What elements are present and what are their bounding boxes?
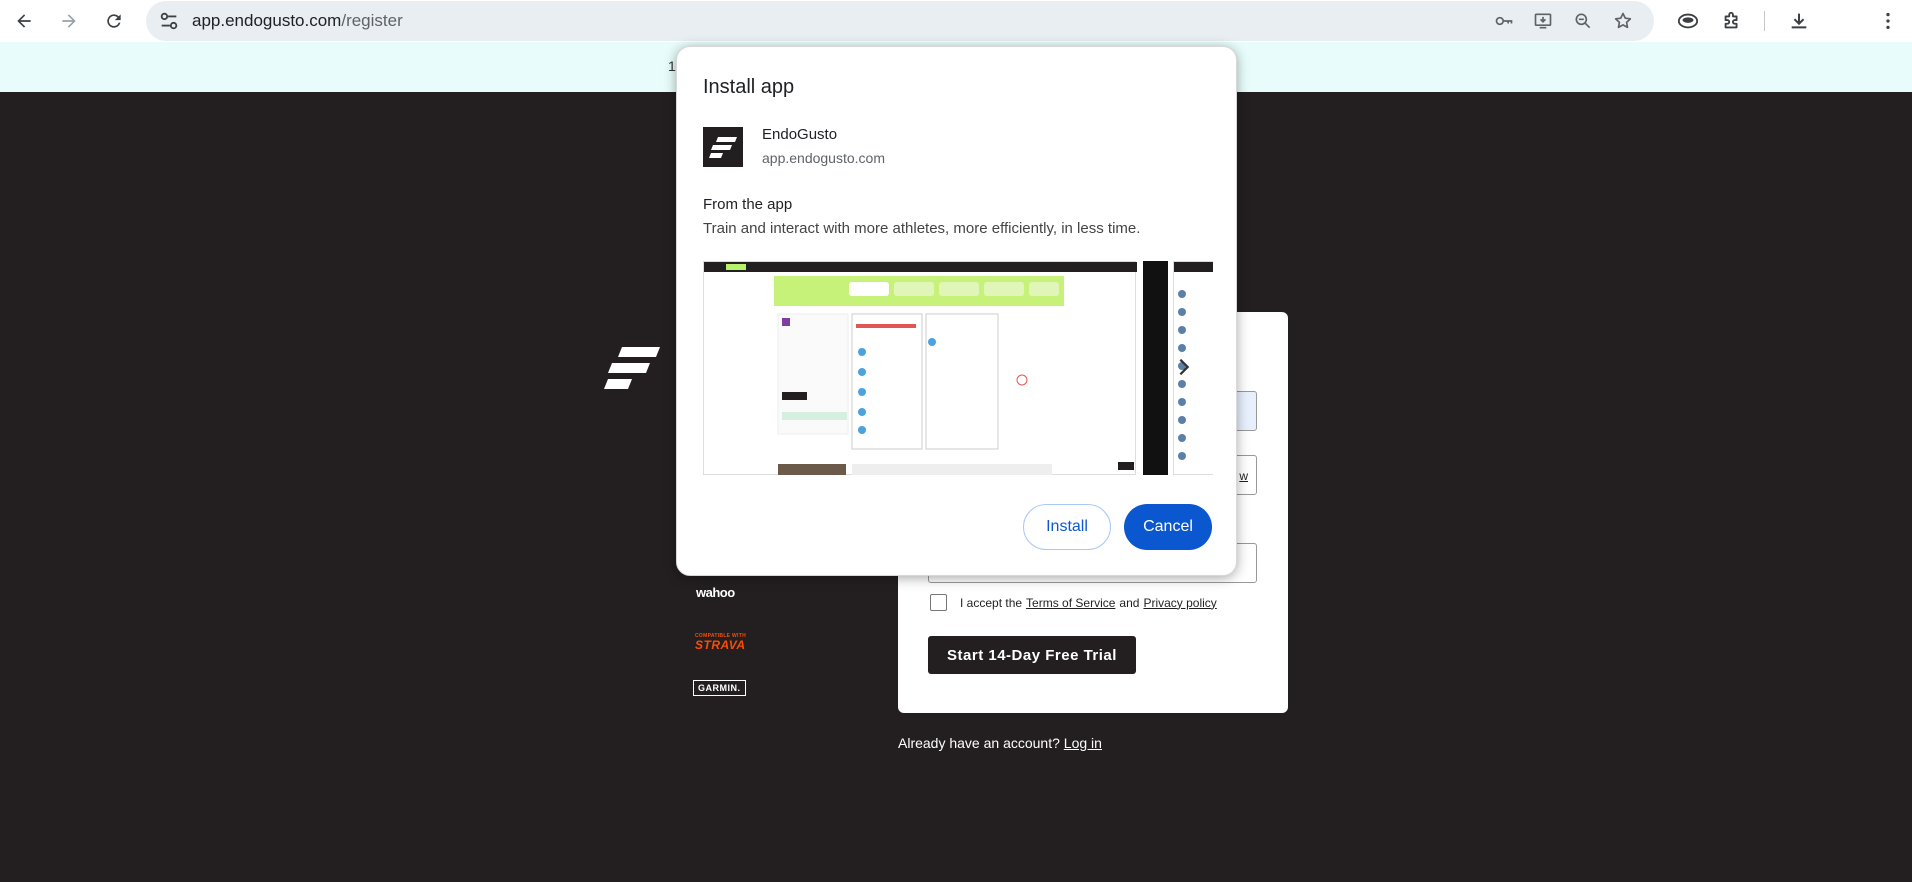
from-app-label: From the app: [703, 196, 793, 213]
terms-checkbox[interactable]: [930, 594, 947, 611]
app-screenshot-2: [1143, 261, 1168, 475]
zoom-icon[interactable]: [1571, 9, 1595, 33]
downloads-icon[interactable]: [1787, 9, 1811, 33]
url-path: /register: [341, 11, 403, 30]
privacy-policy-link[interactable]: Privacy policy: [1143, 596, 1216, 610]
forward-arrow-icon[interactable]: [54, 6, 84, 36]
strava-text: STRAVA: [695, 638, 746, 652]
terms-row: I accept the Terms of Service and Privac…: [930, 594, 1221, 611]
garmin-logo: GARMIN.: [693, 680, 746, 696]
menu-icon[interactable]: [1876, 9, 1900, 33]
dialog-title: Install app: [703, 76, 795, 98]
url-host: app.endogusto.com: [192, 11, 342, 30]
chevron-right-icon[interactable]: [1173, 356, 1195, 378]
start-trial-button[interactable]: Start 14-Day Free Trial: [928, 636, 1136, 674]
toolbar-divider: [1764, 11, 1765, 31]
app-name: EndoGusto: [762, 126, 838, 143]
app-screenshot-1: [703, 261, 1137, 475]
url-text[interactable]: app.endogusto.com/register: [192, 11, 403, 31]
login-prompt: Already have an account?: [898, 735, 1060, 751]
star-icon[interactable]: [1611, 9, 1635, 33]
terms-of-service-link[interactable]: Terms of Service: [1026, 596, 1115, 610]
endogusto-logo: [604, 347, 660, 389]
cancel-button[interactable]: Cancel: [1124, 504, 1212, 550]
site-info-icon[interactable]: [158, 10, 180, 32]
terms-and: and: [1119, 595, 1140, 610]
address-bar[interactable]: app.endogusto.com/register: [146, 1, 1654, 41]
browser-toolbar: app.endogusto.com/register: [0, 0, 1912, 42]
back-arrow-icon[interactable]: [9, 6, 39, 36]
app-icon: [703, 127, 743, 167]
strava-logo: COMPATIBLE WITH STRAVA: [695, 633, 746, 651]
key-icon[interactable]: [1492, 9, 1516, 33]
install-app-icon[interactable]: [1531, 9, 1555, 33]
login-link[interactable]: Log in: [1064, 735, 1102, 751]
install-button[interactable]: Install: [1023, 504, 1111, 550]
field-link[interactable]: w: [1239, 469, 1248, 483]
profile-icon[interactable]: [1676, 9, 1700, 33]
reload-icon[interactable]: [99, 6, 129, 36]
app-screenshots[interactable]: [703, 261, 1213, 475]
terms-prefix: I accept the: [960, 595, 1023, 610]
login-line: Already have an account? Log in: [898, 735, 1102, 751]
wahoo-logo: wahoo: [696, 585, 735, 600]
extensions-icon[interactable]: [1720, 9, 1744, 33]
app-description: Train and interact with more athletes, m…: [703, 220, 1141, 237]
app-domain: app.endogusto.com: [762, 150, 885, 166]
install-app-dialog: Install app EndoGusto app.endogusto.com …: [676, 46, 1237, 576]
banner-text: 1: [668, 58, 676, 74]
